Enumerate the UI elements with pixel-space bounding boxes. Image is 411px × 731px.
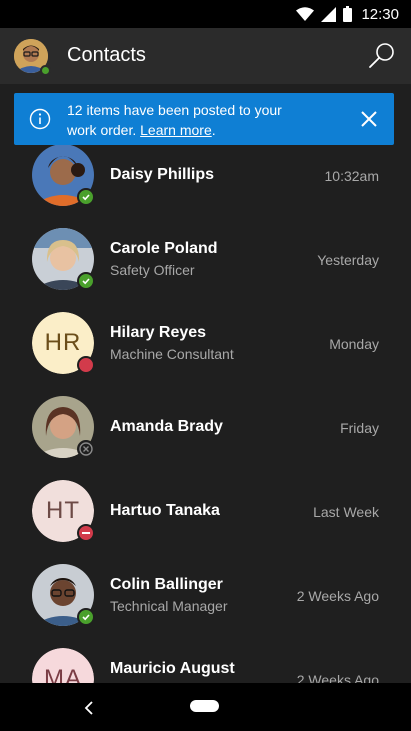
- contact-time: Monday: [329, 336, 379, 352]
- contact-row[interactable]: Amanda Brady Friday: [0, 384, 411, 468]
- contact-name: Amanda Brady: [110, 418, 223, 435]
- contact-list[interactable]: Daisy Phillips 10:32am Carole Poland Saf…: [0, 84, 411, 683]
- contact-row[interactable]: HR Hilary Reyes Machine Consultant Monda…: [0, 300, 411, 384]
- presence-available-icon: [77, 608, 95, 626]
- user-presence-available: [40, 65, 51, 76]
- contact-time: 2 Weeks Ago: [296, 588, 379, 604]
- avatar-initials: MA: [32, 648, 94, 683]
- contact-time: Yesterday: [317, 252, 379, 268]
- contact-time: 2 Weeks Ago: [296, 672, 379, 683]
- back-icon[interactable]: [80, 699, 98, 717]
- status-time: 12:30: [361, 5, 399, 23]
- notification-banner: 12 items have been posted to your work o…: [14, 93, 394, 145]
- contact-name: Carole Poland: [110, 240, 218, 257]
- presence-dnd-icon: [77, 524, 95, 542]
- contact-row[interactable]: HT Hartuo Tanaka Last Week: [0, 468, 411, 552]
- home-button[interactable]: [190, 700, 219, 712]
- contact-time: 10:32am: [324, 168, 379, 184]
- contact-avatar: MA: [32, 648, 94, 683]
- banner-text-line1: 12 items have been posted to your: [67, 102, 282, 118]
- contact-name: Hartuo Tanaka: [110, 502, 220, 519]
- presence-available-icon: [77, 272, 95, 290]
- cell-signal-icon: [321, 6, 337, 22]
- app-bar: Contacts: [0, 28, 411, 84]
- banner-message: 12 items have been posted to your work o…: [67, 100, 327, 140]
- search-icon[interactable]: [367, 41, 397, 71]
- contact-subtitle: Technical Manager: [110, 598, 228, 614]
- presence-busy-icon: [77, 356, 95, 374]
- status-icons: 12:30: [296, 5, 399, 23]
- presence-available-icon: [77, 188, 95, 206]
- contact-subtitle: Machine Consultant: [110, 346, 234, 362]
- contact-row[interactable]: Carole Poland Safety Officer Yesterday: [0, 216, 411, 300]
- banner-text-line2: work order.: [67, 122, 141, 138]
- page-title: Contacts: [67, 44, 146, 66]
- system-nav-bar: [0, 683, 411, 731]
- contact-subtitle: Safety Officer: [110, 262, 195, 278]
- presence-offline-icon: [77, 440, 95, 458]
- contact-row[interactable]: Colin Ballinger Technical Manager 2 Week…: [0, 552, 411, 636]
- contact-name: Hilary Reyes: [110, 324, 207, 341]
- contact-time: Last Week: [313, 504, 379, 520]
- status-bar: 12:30: [0, 0, 411, 28]
- contact-name: Mauricio August: [110, 660, 235, 677]
- learn-more-link[interactable]: Learn more: [140, 122, 212, 138]
- contact-name: Colin Ballinger: [110, 576, 223, 593]
- wifi-icon: [296, 7, 315, 21]
- close-icon[interactable]: [359, 109, 379, 129]
- banner-text-suffix: .: [211, 122, 216, 138]
- info-icon: [29, 108, 51, 130]
- contact-name: Daisy Phillips: [110, 166, 215, 183]
- battery-icon: [343, 6, 353, 22]
- contact-row[interactable]: MA Mauricio August 2 Weeks Ago: [0, 636, 411, 683]
- contact-time: Friday: [340, 420, 379, 436]
